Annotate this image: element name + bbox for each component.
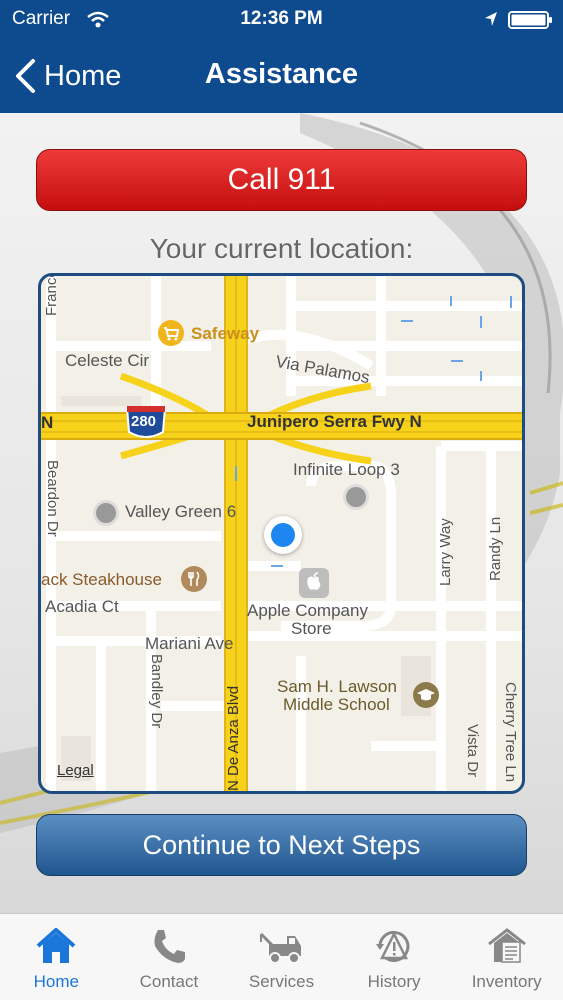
continue-label: Continue to Next Steps	[142, 829, 421, 860]
lawson-label-line2: Middle School	[283, 695, 390, 714]
beardon-label: Beardon Dr	[44, 460, 61, 537]
infinite-loop-label: Infinite Loop 3	[293, 460, 400, 479]
shopping-cart-icon	[158, 320, 184, 346]
n-label: N	[41, 413, 54, 432]
clock: 12:36 PM	[240, 8, 323, 29]
call-911-label: Call 911	[227, 163, 336, 196]
shield-number: 280	[131, 413, 157, 430]
tab-label: Home	[33, 972, 79, 991]
current-location-marker	[264, 516, 302, 554]
larry-way-label: Larry Way	[437, 518, 454, 586]
tab-history[interactable]: History	[338, 914, 451, 1000]
page-title: Assistance	[204, 58, 359, 90]
call-911-button[interactable]: Call 911	[36, 149, 527, 211]
tab-inventory[interactable]: Inventory	[450, 914, 563, 1000]
franco-label: Franco C	[43, 273, 60, 316]
phone-icon	[154, 930, 185, 963]
tow-truck-icon	[260, 932, 302, 964]
de-anza-label: N De Anza Blvd	[225, 685, 242, 791]
tab-label: History	[367, 972, 421, 991]
celeste-label: Celeste Cir	[65, 351, 150, 370]
legal-link[interactable]: Legal	[57, 762, 94, 779]
valley-green-label: Valley Green 6	[125, 502, 237, 521]
location-map[interactable]: Franco C Safeway Celeste Cir Via Palamos…	[38, 273, 525, 794]
cherry-tree-label: Cherry Tree Ln	[502, 682, 519, 783]
continue-button[interactable]: Continue to Next Steps	[36, 814, 527, 876]
status-bar: Carrier 12:36 PM	[0, 0, 563, 40]
tab-contact[interactable]: Contact	[113, 914, 226, 1000]
inventory-house-icon	[487, 928, 526, 963]
battery-icon	[508, 11, 552, 29]
current-location-label: Your current location:	[149, 233, 414, 264]
history-warning-icon	[376, 930, 410, 962]
graduation-cap-icon	[413, 682, 439, 708]
apple-store-label-line1: Apple Company	[247, 601, 368, 620]
acadia-label: Acadia Ct	[45, 597, 119, 616]
mariani-label: Mariani Ave	[145, 634, 234, 653]
lawson-label-line1: Sam H. Lawson	[277, 677, 397, 696]
steakhouse-label: ack Steakhouse	[41, 570, 162, 589]
tab-label: Contact	[139, 972, 199, 991]
safeway-label: Safeway	[191, 324, 260, 343]
main-content: Call 911 Your current location: Franco C…	[0, 113, 563, 913]
bandley-label: Bandley Dr	[148, 654, 165, 729]
fork-knife-icon	[181, 566, 207, 592]
junipero-label: Junipero Serra Fwy N	[247, 412, 422, 431]
tab-label: Services	[248, 972, 315, 991]
tab-label: Inventory	[471, 972, 542, 991]
tab-bar: Home Contact Services History Inventory	[0, 913, 563, 1000]
place-marker-icon	[93, 500, 119, 526]
apple-store-label-line2: Store	[291, 619, 332, 638]
tab-home[interactable]: Home	[0, 914, 113, 1000]
place-marker-icon	[343, 484, 369, 510]
apple-logo-icon	[299, 568, 329, 598]
randy-ln-label: Randy Ln	[487, 516, 504, 581]
vista-label: Vista Dr	[464, 724, 481, 778]
navigation-bar: Home Assistance	[0, 40, 563, 113]
tab-services[interactable]: Services	[225, 914, 338, 1000]
location-arrow-icon	[485, 12, 497, 26]
home-icon	[36, 928, 76, 963]
